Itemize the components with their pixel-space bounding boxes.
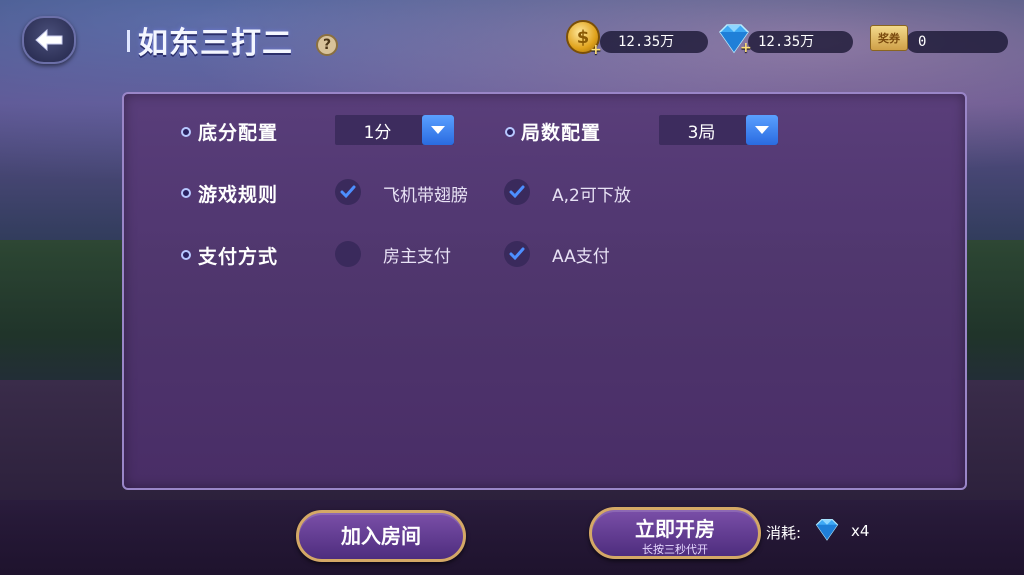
payment-option-label: 房主支付 — [383, 247, 451, 267]
payment-radio-owner[interactable] — [335, 241, 361, 267]
base-score-label: 底分配置 — [198, 122, 279, 144]
bullet-icon — [181, 188, 191, 198]
help-icon[interactable]: ? — [316, 34, 338, 56]
rule-checkbox-wings[interactable] — [335, 179, 361, 205]
gold-amount: 12.35万 — [618, 34, 675, 50]
cost-label: 消耗: — [766, 524, 802, 542]
bullet-icon — [181, 250, 191, 260]
bullet-icon — [505, 127, 515, 137]
payment-label: 支付方式 — [198, 246, 279, 268]
create-room-sublabel: 长按三秒代开 — [642, 543, 708, 556]
rule-option-label: A,2可下放 — [552, 186, 631, 206]
page-title: 如东三打二 — [138, 26, 293, 61]
rounds-select[interactable]: 3局 — [659, 115, 778, 145]
check-icon — [340, 185, 356, 199]
cost-count: x4 — [851, 522, 870, 540]
join-room-button[interactable]: 加入房间 — [296, 510, 466, 562]
rounds-value: 3局 — [687, 122, 716, 143]
diamond-amount: 12.35万 — [758, 34, 815, 50]
settings-panel — [122, 92, 967, 490]
back-button[interactable] — [22, 16, 76, 64]
rule-option-label: 飞机带翅膀 — [383, 186, 468, 206]
chevron-down-icon[interactable] — [422, 115, 454, 145]
create-room-label: 立即开房 — [635, 517, 715, 541]
bullet-icon — [181, 127, 191, 137]
rounds-label: 局数配置 — [521, 122, 602, 144]
ticket-balance: 0 — [906, 31, 1008, 53]
diamond-icon — [812, 517, 842, 543]
rules-label: 游戏规则 — [198, 184, 279, 206]
chevron-down-icon[interactable] — [746, 115, 778, 145]
payment-radio-aa[interactable] — [504, 241, 530, 267]
add-diamond-icon[interactable]: + — [740, 41, 752, 55]
bottom-bar — [0, 500, 1024, 575]
rule-checkbox-a2[interactable] — [504, 179, 530, 205]
diamond-balance: 12.35万 — [748, 31, 853, 53]
gold-balance: 12.35万 — [600, 31, 708, 53]
arrow-left-icon — [35, 28, 63, 52]
ticket-icon[interactable]: 奖券 — [870, 25, 908, 51]
ticket-amount: 0 — [918, 34, 927, 50]
payment-option-label: AA支付 — [552, 247, 610, 267]
add-gold-icon[interactable]: + — [590, 43, 602, 57]
create-room-button[interactable]: 立即开房 长按三秒代开 — [589, 507, 761, 559]
title-divider — [127, 30, 130, 52]
check-icon — [509, 247, 525, 261]
check-icon — [509, 185, 525, 199]
base-score-select[interactable]: 1分 — [335, 115, 454, 145]
base-score-value: 1分 — [363, 122, 392, 143]
